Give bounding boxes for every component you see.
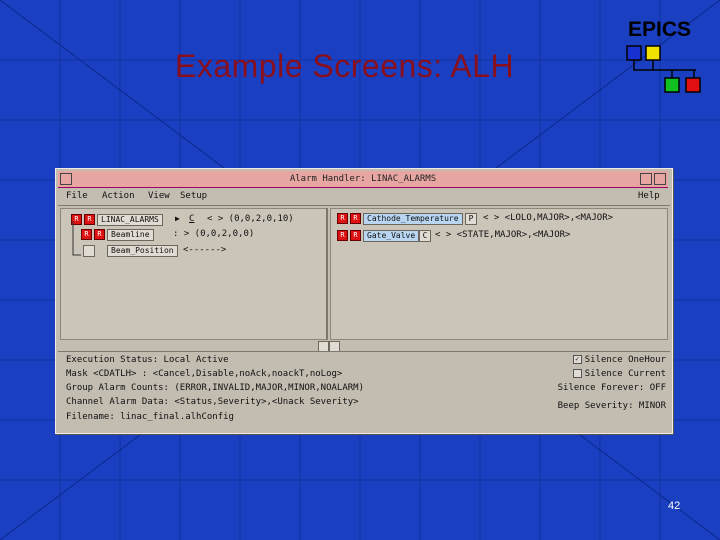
checkbox-checked-icon[interactable]: ✓ (572, 355, 582, 364)
tree-row[interactable]: R R LINAC_ALARMS ▶ C < > (0,0,2,0,10) (71, 214, 321, 226)
tree-row[interactable]: R R Beamline : > (0,0,2,0,0) (81, 229, 321, 241)
silence-current-label: Silence Current (584, 369, 666, 379)
config-filename: Filename: linac_final.alhConfig (66, 412, 234, 422)
window-title: Alarm Handler: LINAC_ALARMS (289, 174, 437, 184)
tree-row[interactable]: Beam_Position <------> (81, 245, 321, 257)
channel-summary: <------> (183, 245, 227, 255)
minimize-icon[interactable] (640, 173, 652, 185)
group-pane: R R Cathode_Temperature P < > <LOLO,MAJO… (330, 208, 668, 340)
group-button-linac-alarms[interactable]: LINAC_ALARMS (97, 214, 163, 226)
expand-arrow-icon[interactable]: ▶ (175, 214, 180, 223)
ack-severity-icon[interactable]: R (350, 213, 361, 224)
menu-action[interactable]: Action (102, 191, 135, 201)
alarm-handler-window: Alarm Handler: LINAC_ALARMS File Action … (55, 168, 673, 434)
channel-button-gate-valve[interactable]: Gate_Valve (363, 230, 420, 242)
mask-legend: Mask <CDATLH> : <Cancel,Disable,noAck,no… (66, 369, 343, 379)
beep-severity-status: Beep Severity: MINOR (557, 401, 666, 411)
group-summary: < > (0,0,2,0,10) (207, 214, 294, 224)
channel-summary: < > <LOLO,MAJOR>,<MAJOR> (483, 213, 614, 223)
checkbox-empty-icon[interactable] (572, 369, 582, 378)
silence-forever-status: Silence Forever: OFF (557, 383, 666, 393)
menu-view[interactable]: View (148, 191, 170, 201)
group-row[interactable]: R R Gate_Valve C < > <STATE,MAJOR>,<MAJO… (337, 230, 662, 242)
tree-pane: R R LINAC_ALARMS ▶ C < > (0,0,2,0,10) R … (60, 208, 327, 340)
window-titlebar[interactable]: Alarm Handler: LINAC_ALARMS (58, 171, 668, 188)
pane-splitter[interactable] (326, 208, 328, 340)
ack-severity-icon[interactable]: R (94, 229, 105, 240)
execution-status: Execution Status: Local Active (66, 355, 229, 365)
ack-severity-icon[interactable]: R (350, 230, 361, 241)
channel-button-cathode-temperature[interactable]: Cathode_Temperature (363, 213, 463, 225)
group-alarm-counts-legend: Group Alarm Counts: (ERROR,INVALID,MAJOR… (66, 383, 365, 393)
channel-alarm-data-legend: Channel Alarm Data: <Status,Severity>,<U… (66, 397, 359, 407)
epics-logo-text: EPICS (628, 18, 692, 41)
menu-file[interactable]: File (66, 191, 88, 201)
menubar: File Action View Setup Help (62, 191, 666, 203)
silence-onehour-label: Silence OneHour (584, 355, 666, 365)
channel-button-beam-position[interactable]: Beam_Position (107, 245, 178, 257)
tree-connector-lines (72, 221, 81, 256)
channel-mask-button[interactable]: C (419, 230, 431, 242)
menu-help[interactable]: Help (638, 191, 660, 201)
group-summary: : > (0,0,2,0,0) (173, 229, 255, 239)
silence-current-toggle[interactable]: Silence Current (572, 369, 666, 379)
page-number: 42 (668, 500, 681, 512)
channel-mask-button[interactable]: P (465, 213, 477, 225)
unack-severity-icon[interactable]: R (337, 230, 348, 241)
channel-summary: < > <STATE,MAJOR>,<MAJOR> (435, 230, 571, 240)
maximize-icon[interactable] (654, 173, 666, 185)
group-button-beamline[interactable]: Beamline (107, 229, 154, 241)
channel-mask-button[interactable]: C (189, 214, 194, 224)
menu-separator (58, 205, 670, 206)
group-row[interactable]: R R Cathode_Temperature P < > <LOLO,MAJO… (337, 213, 662, 225)
unack-severity-icon[interactable]: R (337, 213, 348, 224)
status-separator (58, 351, 670, 352)
menu-setup[interactable]: Setup (180, 191, 207, 201)
slide-title: Example Screens: ALH (175, 48, 515, 84)
silence-onehour-toggle[interactable]: ✓ Silence OneHour (572, 355, 666, 365)
